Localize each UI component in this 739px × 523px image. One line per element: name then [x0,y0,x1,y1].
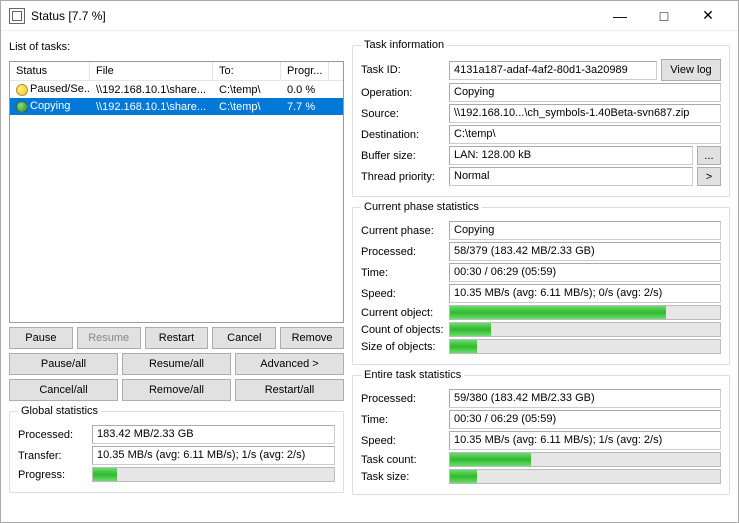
entire-task-stats: Entire task statistics Processed: 59/380 … [352,369,730,495]
global-progress-label: Progress: [18,469,88,481]
remove-all-button[interactable]: Remove/all [122,379,231,401]
phase-processed-value: 58/379 (183.42 MB/2.33 GB) [449,242,721,261]
phase-value: Copying [449,221,721,240]
global-legend: Global statistics [18,405,101,417]
view-log-button[interactable]: View log [661,59,721,81]
maximize-button[interactable]: □ [642,2,686,30]
dest-value: C:\temp\ [449,125,721,144]
global-processed-value: 183.42 MB/2.33 GB [92,425,335,444]
status-icon [16,84,28,96]
task-count-label: Task count: [361,454,445,466]
pause-button[interactable]: Pause [9,327,73,349]
thread-label: Thread priority: [361,171,445,183]
entire-processed-label: Processed: [361,393,445,405]
pause-all-button[interactable]: Pause/all [9,353,118,375]
app-icon [9,8,25,24]
buffer-more-button[interactable]: ... [697,146,721,165]
entire-time-value: 00:30 / 06:29 (05:59) [449,410,721,429]
table-row[interactable]: Paused/Se...\\192.168.10.1\share...C:\te… [10,81,343,98]
current-phase-stats: Current phase statistics Current phase: C… [352,201,730,365]
thread-value: Normal [449,167,693,186]
header-progress[interactable]: Progr... [281,62,329,80]
entire-speed-value: 10.35 MB/s (avg: 6.11 MB/s); 1/s (avg: 2… [449,431,721,450]
operation-label: Operation: [361,87,445,99]
resume-button[interactable]: Resume [77,327,141,349]
table-row[interactable]: Copying\\192.168.10.1\share...C:\temp\7.… [10,98,343,115]
taskid-label: Task ID: [361,64,445,76]
entire-speed-label: Speed: [361,435,445,447]
task-information: Task information Task ID: 4131a187-adaf-4… [352,39,730,197]
window-title: Status [7.7 %] [31,9,598,23]
restart-button[interactable]: Restart [145,327,209,349]
entire-processed-value: 59/380 (183.42 MB/2.33 GB) [449,389,721,408]
global-processed-label: Processed: [18,429,88,441]
status-icon [16,101,28,113]
current-object-bar [449,305,721,320]
advanced-button[interactable]: Advanced > [235,353,344,375]
restart-all-button[interactable]: Restart/all [235,379,344,401]
phase-time-value: 00:30 / 06:29 (05:59) [449,263,721,282]
current-object-label: Current object: [361,307,445,319]
taskid-value: 4131a187-adaf-4af2-80d1-3a20989 [449,61,657,80]
global-transfer-value: 10.35 MB/s (avg: 6.11 MB/s); 1/s (avg: 2… [92,446,335,465]
global-progress-bar [92,467,335,482]
header-status[interactable]: Status [10,62,90,80]
list-header: Status File To: Progr... [10,62,343,81]
header-to[interactable]: To: [213,62,281,80]
thread-more-button[interactable]: > [697,167,721,186]
dest-label: Destination: [361,129,445,141]
source-label: Source: [361,108,445,120]
task-size-label: Task size: [361,471,445,483]
taskinfo-legend: Task information [361,39,447,51]
remove-button[interactable]: Remove [280,327,344,349]
phase-label: Current phase: [361,225,445,237]
phase-legend: Current phase statistics [361,201,482,213]
size-objects-label: Size of objects: [361,341,445,353]
buffer-label: Buffer size: [361,150,445,162]
task-count-bar [449,452,721,467]
phase-speed-value: 10.35 MB/s (avg: 6.11 MB/s); 0/s (avg: 2… [449,284,721,303]
close-button[interactable]: ✕ [686,2,730,30]
cancel-button[interactable]: Cancel [212,327,276,349]
phase-time-label: Time: [361,267,445,279]
phase-speed-label: Speed: [361,288,445,300]
task-list[interactable]: Status File To: Progr... Paused/Se...\\1… [9,61,344,323]
resume-all-button[interactable]: Resume/all [122,353,231,375]
size-objects-bar [449,339,721,354]
phase-processed-label: Processed: [361,246,445,258]
operation-value: Copying [449,83,721,102]
header-file[interactable]: File [90,62,213,80]
entire-legend: Entire task statistics [361,369,464,381]
global-stats: Global statistics Processed: 183.42 MB/2.… [9,405,344,493]
entire-time-label: Time: [361,414,445,426]
titlebar: Status [7.7 %] — □ ✕ [1,1,738,31]
count-objects-bar [449,322,721,337]
minimize-button[interactable]: — [598,2,642,30]
task-size-bar [449,469,721,484]
list-label: List of tasks: [9,39,344,57]
cancel-all-button[interactable]: Cancel/all [9,379,118,401]
source-value: \\192.168.10...\ch_symbols-1.40Beta-svn6… [449,104,721,123]
buffer-value: LAN: 128.00 kB [449,146,693,165]
count-objects-label: Count of objects: [361,324,445,336]
global-transfer-label: Transfer: [18,450,88,462]
